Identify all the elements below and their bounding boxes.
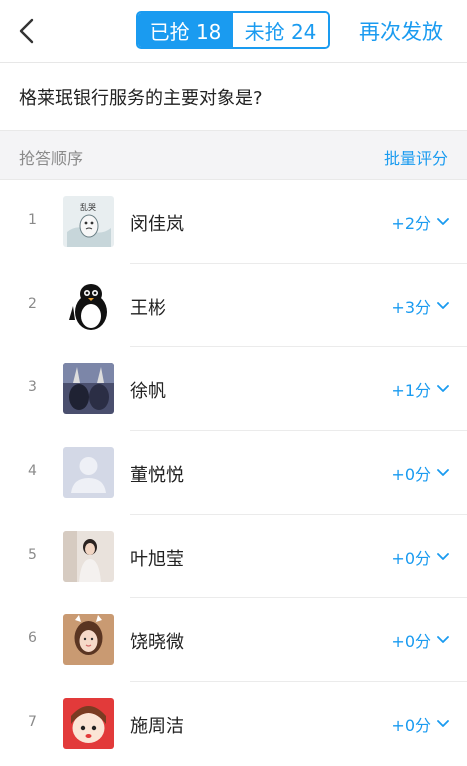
rank-number: 7 (28, 714, 37, 731)
list-item: 6 饶晓微 +0分 (0, 598, 467, 683)
rank-number: 1 (28, 212, 37, 228)
rank-number: 3 (28, 379, 37, 396)
rank-number: 2 (28, 295, 37, 312)
score-value: +0分 (391, 716, 431, 736)
chevron-down-icon (437, 469, 449, 476)
rank-number: 6 (28, 630, 37, 647)
list-item: 3 徐帆 +1分 (0, 347, 467, 432)
avatar[interactable]: 乱哭 (63, 196, 114, 247)
photo-icon (63, 530, 114, 582)
list-item: 2 王彬 +3分 (0, 264, 467, 348)
score-value: +0分 (391, 465, 431, 485)
participant-name: 饶晓微 (130, 632, 184, 654)
meme-sticker-icon: 乱哭 (63, 196, 114, 247)
avatar-caption: 乱哭 (80, 202, 96, 212)
score-value: +3分 (391, 297, 431, 317)
question-text: 格莱珉银行服务的主要对象是? (0, 62, 467, 130)
score-value: +0分 (391, 548, 431, 568)
cartoon-girl-icon (63, 698, 114, 750)
top-bar: 已抢 18 未抢 24 再次发放 (0, 0, 467, 62)
section-header: 抢答顺序 批量评分 (0, 130, 467, 180)
list-item: 7 施周洁 +0分 (0, 682, 467, 766)
score-dropdown[interactable]: +0分 (391, 628, 449, 652)
chevron-down-icon (437, 218, 449, 225)
section-label: 抢答顺序 (19, 149, 84, 168)
avatar[interactable] (63, 698, 114, 750)
default-user-icon (63, 447, 114, 499)
penguin-icon (63, 279, 114, 331)
photo-icon (63, 363, 114, 415)
avatar[interactable] (63, 279, 114, 331)
photo-icon (63, 614, 114, 666)
chevron-down-icon (437, 385, 449, 393)
score-value: +0分 (391, 632, 431, 652)
list-item: 5 叶旭莹 +0分 (0, 515, 467, 599)
participant-name: 董悦悦 (130, 465, 184, 487)
participant-name: 王彬 (130, 297, 166, 319)
avatar[interactable] (63, 447, 114, 499)
rank-number: 4 (28, 463, 37, 480)
participant-name: 闵佳岚 (130, 214, 184, 235)
chevron-left-icon (19, 18, 34, 44)
participant-name: 徐帆 (130, 381, 166, 403)
score-dropdown[interactable]: +1分 (391, 377, 449, 401)
score-dropdown[interactable]: +2分 (391, 210, 449, 234)
score-dropdown[interactable]: +0分 (391, 712, 449, 736)
score-dropdown[interactable]: +3分 (391, 294, 449, 318)
tab-not-grabbed[interactable]: 未抢 24 (233, 13, 328, 47)
avatar[interactable] (63, 363, 114, 415)
back-button[interactable] (14, 16, 40, 46)
score-dropdown[interactable]: +0分 (391, 545, 449, 569)
participant-name: 施周洁 (130, 716, 184, 738)
list-item: 1 乱哭 闵佳岚 +2分 (0, 180, 467, 264)
batch-score-button[interactable]: 批量评分 (384, 145, 448, 169)
score-dropdown[interactable]: +0分 (391, 461, 449, 485)
score-value: +1分 (391, 381, 431, 401)
chevron-down-icon (437, 636, 449, 644)
chevron-down-icon (437, 552, 449, 560)
list-item: 4 董悦悦 +0分 (0, 431, 467, 515)
avatar[interactable] (63, 530, 114, 582)
avatar[interactable] (63, 614, 114, 666)
score-value: +2分 (391, 214, 431, 233)
chevron-down-icon (437, 301, 449, 309)
participant-name: 叶旭莹 (130, 548, 184, 570)
chevron-down-icon (437, 720, 449, 728)
grab-status-segmented-control: 已抢 18 未抢 24 (136, 11, 330, 49)
tab-grabbed[interactable]: 已抢 18 (138, 13, 233, 47)
rank-number: 5 (28, 546, 37, 563)
participant-list: 1 乱哭 闵佳岚 +2分 2 王彬 +3分 3 徐帆 +1分 4 董悦悦 +0分… (0, 180, 467, 766)
resend-button[interactable]: 再次发放 (359, 16, 443, 46)
